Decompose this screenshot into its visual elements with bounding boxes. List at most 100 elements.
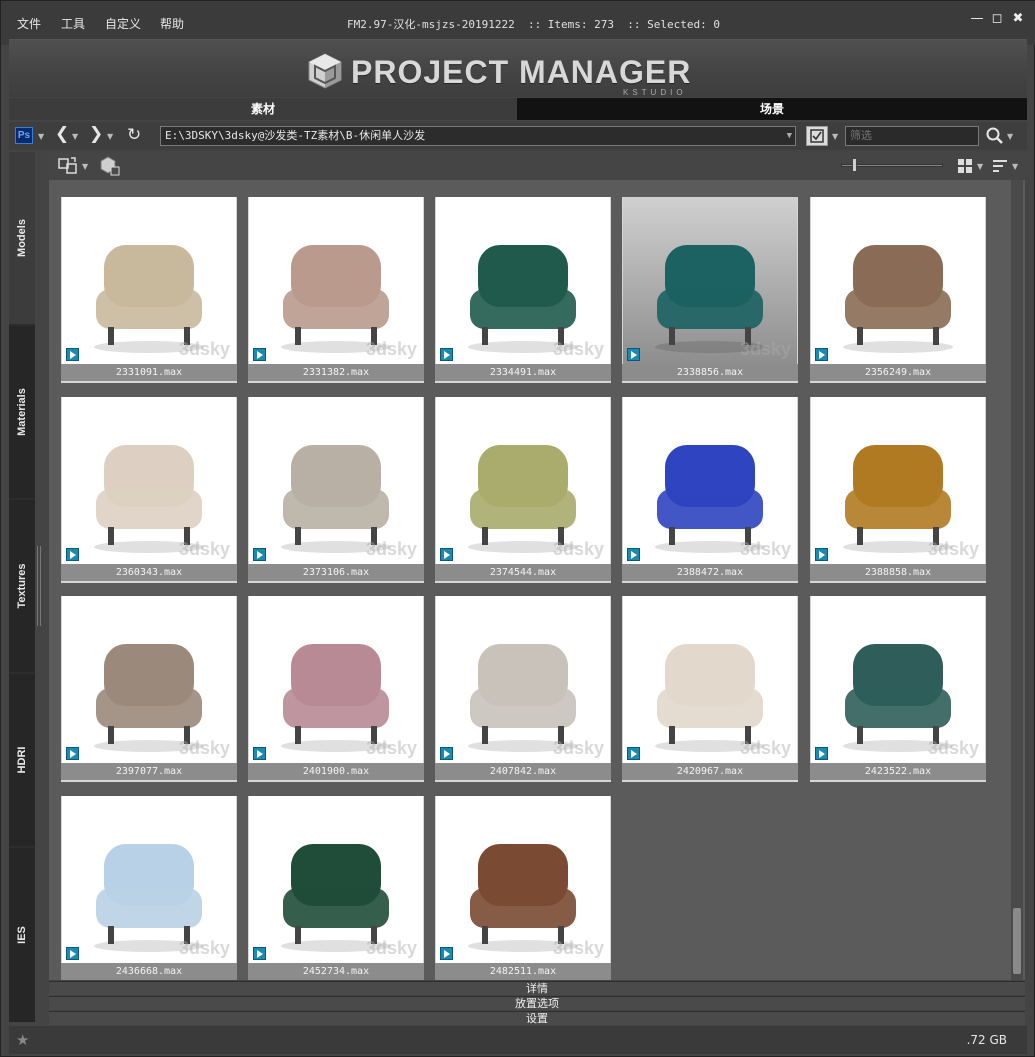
- path-field[interactable]: E:\3DSKY\3dsky@沙发类-TZ素材\B-休闲单人沙发 ▼: [160, 126, 796, 146]
- refresh-icon[interactable]: ↻: [127, 125, 141, 145]
- thumbnail-watermark: 3dsky: [365, 738, 417, 758]
- asset-thumbnail: 3dsky: [623, 397, 797, 564]
- asset-filename: 2334491.max: [435, 364, 611, 381]
- rail-tab-ies[interactable]: IES: [9, 848, 35, 1022]
- back-dropdown-icon[interactable]: ▼: [72, 132, 78, 141]
- category-rail: Models Materials Textures HDRI IES: [9, 152, 35, 1022]
- asset-card[interactable]: 3dsky 2407842.max: [435, 596, 611, 782]
- asset-filename: 2338856.max: [622, 364, 798, 381]
- menu-file[interactable]: 文件: [17, 15, 41, 32]
- filter-toggle-icon[interactable]: [806, 126, 828, 146]
- asset-card[interactable]: 3dsky 2388858.max: [810, 397, 986, 583]
- thumbnail-watermark: 3dsky: [739, 339, 791, 359]
- photoshop-icon[interactable]: Ps: [15, 127, 33, 144]
- rail-resize-handle[interactable]: [37, 546, 41, 626]
- max-file-icon: [253, 747, 266, 760]
- search-dropdown-icon[interactable]: ▼: [1007, 132, 1013, 141]
- rail-tab-models[interactable]: Models: [9, 152, 35, 324]
- tab-scenes[interactable]: 场景: [517, 98, 1027, 120]
- thumbnail-watermark: 3dsky: [927, 738, 979, 758]
- max-file-icon: [66, 348, 79, 361]
- forward-arrow-icon[interactable]: ❯: [89, 124, 103, 144]
- thumbnail-watermark: 3dsky: [178, 938, 230, 958]
- max-file-icon: [66, 548, 79, 561]
- filter-input[interactable]: [845, 126, 979, 146]
- asset-thumbnail: 3dsky: [436, 397, 610, 564]
- panel-details[interactable]: 详情: [49, 981, 1025, 995]
- maximize-icon[interactable]: ◻: [989, 11, 1005, 27]
- grid-scrollbar[interactable]: [1011, 180, 1023, 980]
- panel-placement-options[interactable]: 放置选项: [49, 996, 1025, 1010]
- asset-thumbnail: 3dsky: [623, 197, 797, 364]
- asset-card[interactable]: 3dsky 2338856.max: [622, 197, 798, 383]
- max-file-icon: [253, 947, 266, 960]
- rail-tab-materials[interactable]: Materials: [9, 326, 35, 498]
- browser-toolbar: ▼ ▼ ▼: [49, 152, 1025, 180]
- thumbnail-size-thumb[interactable]: [852, 158, 857, 172]
- back-arrow-icon[interactable]: ❮: [55, 124, 69, 144]
- rail-label-models: Models: [16, 219, 28, 257]
- asset-card[interactable]: 3dsky 2388472.max: [622, 397, 798, 583]
- close-icon[interactable]: ✖: [1010, 11, 1026, 27]
- view-dropdown-icon[interactable]: ▼: [977, 162, 983, 171]
- minimize-icon[interactable]: —: [969, 11, 985, 27]
- asset-browser: ▼ ▼ ▼ 3dsky 2331091.max 3dsky 2331382.max 3d…: [49, 152, 1025, 980]
- thumbnail-watermark: 3dsky: [552, 938, 604, 958]
- chair-image: [843, 245, 953, 353]
- asset-card[interactable]: 3dsky 2334491.max: [435, 197, 611, 383]
- path-dropdown-icon[interactable]: ▼: [787, 127, 792, 145]
- asset-card[interactable]: 3dsky 2452734.max: [248, 796, 424, 980]
- asset-thumbnail: 3dsky: [436, 596, 610, 763]
- asset-card[interactable]: 3dsky 2436668.max: [61, 796, 237, 980]
- grid-view-icon[interactable]: [957, 158, 973, 174]
- asset-card[interactable]: 3dsky 2331091.max: [61, 197, 237, 383]
- menu-help[interactable]: 帮助: [160, 15, 184, 32]
- asset-filename: 2423522.max: [810, 763, 986, 780]
- asset-card[interactable]: 3dsky 2482511.max: [435, 796, 611, 980]
- asset-card[interactable]: 2356249.max: [810, 197, 986, 383]
- panel-settings[interactable]: 设置: [49, 1011, 1025, 1025]
- sort-icon[interactable]: [992, 158, 1008, 174]
- max-file-icon: [440, 348, 453, 361]
- asset-filename: 2420967.max: [622, 763, 798, 780]
- asset-thumbnail: 3dsky: [623, 596, 797, 763]
- asset-card[interactable]: 3dsky 2423522.max: [810, 596, 986, 782]
- ps-dropdown-icon[interactable]: ▼: [38, 132, 44, 141]
- asset-card[interactable]: 3dsky 2373106.max: [248, 397, 424, 583]
- forward-dropdown-icon[interactable]: ▼: [107, 132, 113, 141]
- thumbnail-watermark: 3dsky: [739, 539, 791, 559]
- thumbnail-watermark: 3dsky: [927, 539, 979, 559]
- asset-card[interactable]: 3dsky 2401900.max: [248, 596, 424, 782]
- asset-filename: 2397077.max: [61, 763, 237, 780]
- max-file-icon: [66, 947, 79, 960]
- asset-filename: 2388858.max: [810, 564, 986, 581]
- star-icon[interactable]: ★: [16, 1031, 29, 1049]
- asset-filename: 2482511.max: [435, 963, 611, 980]
- asset-filename: 2452734.max: [248, 963, 424, 980]
- max-file-icon: [440, 747, 453, 760]
- asset-thumbnail: 3dsky: [811, 397, 985, 564]
- sync-icon[interactable]: [57, 155, 79, 177]
- asset-card[interactable]: 3dsky 2397077.max: [61, 596, 237, 782]
- asset-card[interactable]: 3dsky 2374544.max: [435, 397, 611, 583]
- search-icon[interactable]: [985, 126, 1005, 146]
- sort-dropdown-icon[interactable]: ▼: [1012, 162, 1018, 171]
- window-title-info: FM2.97-汉化-msjzs-20191222 :: Items: 273 :…: [347, 18, 720, 31]
- asset-card[interactable]: 3dsky 2360343.max: [61, 397, 237, 583]
- project-manager-logo: PROJECT MANAGER KSTUDIO: [305, 50, 745, 97]
- filter-dropdown-icon[interactable]: ▼: [832, 132, 838, 141]
- menu-tools[interactable]: 工具: [61, 15, 85, 32]
- logo-banner: PROJECT MANAGER KSTUDIO: [9, 39, 1027, 97]
- menu-customize[interactable]: 自定义: [105, 15, 141, 32]
- sync-dropdown-icon[interactable]: ▼: [82, 162, 88, 171]
- thumbnail-watermark: 3dsky: [739, 738, 791, 758]
- asset-card[interactable]: 3dsky 2420967.max: [622, 596, 798, 782]
- add-model-icon[interactable]: [99, 155, 121, 177]
- rail-tab-textures[interactable]: Textures: [9, 500, 35, 672]
- logo-subtitle: KSTUDIO: [623, 88, 687, 97]
- tab-assets[interactable]: 素材: [9, 98, 517, 120]
- asset-card[interactable]: 3dsky 2331382.max: [248, 197, 424, 383]
- rail-tab-hdri[interactable]: HDRI: [9, 674, 35, 846]
- scrollbar-thumb[interactable]: [1013, 908, 1021, 974]
- max-file-icon: [440, 947, 453, 960]
